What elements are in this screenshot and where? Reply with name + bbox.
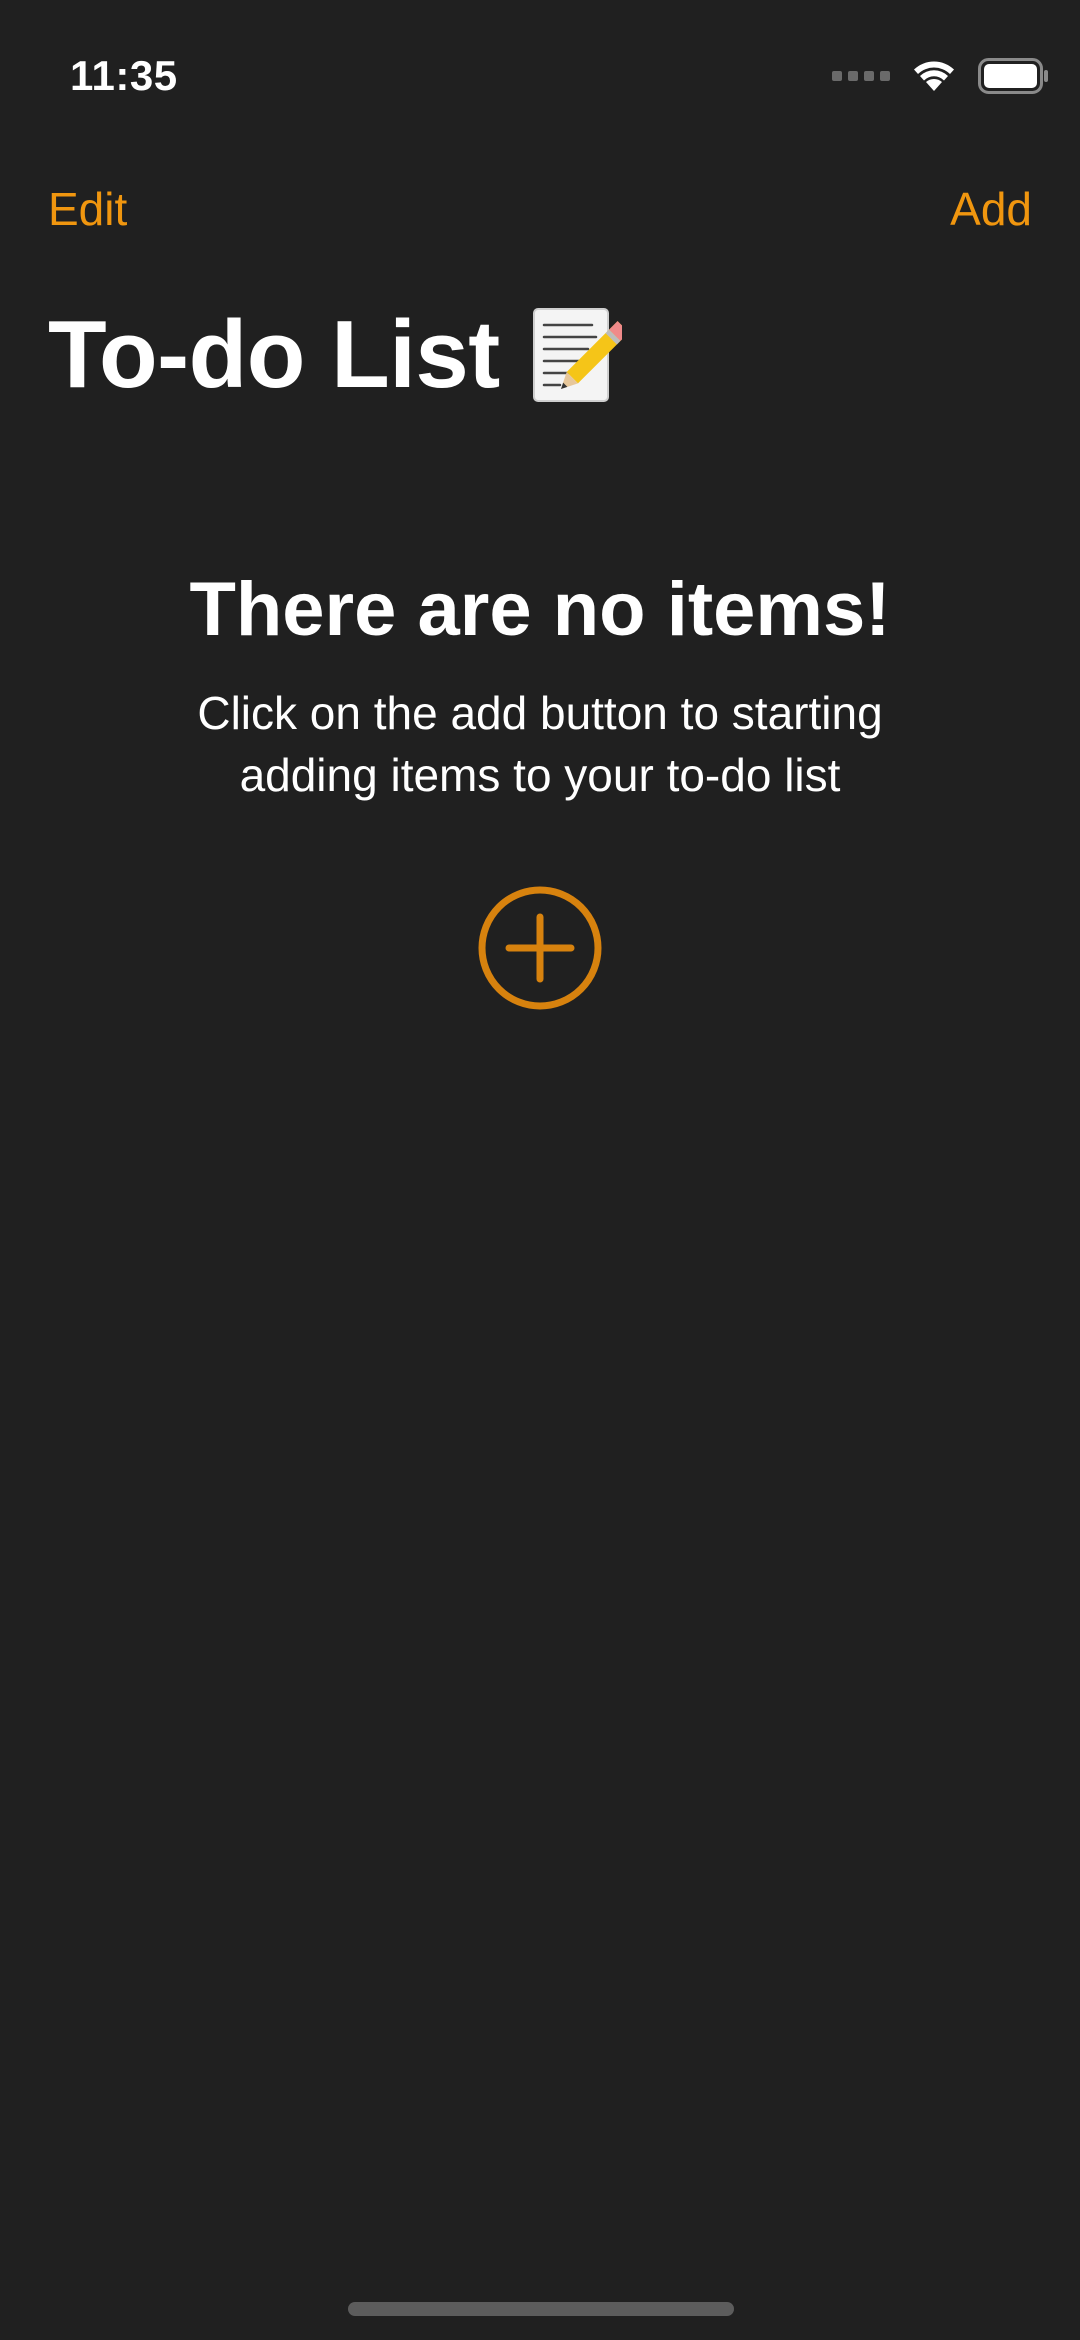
status-bar: 11:35 bbox=[0, 0, 1080, 150]
memo-icon bbox=[532, 308, 622, 402]
page-title-text: To-do List bbox=[48, 301, 500, 408]
battery-icon bbox=[978, 58, 1048, 94]
page-title: To-do List bbox=[48, 300, 622, 410]
plus-circle-icon bbox=[478, 886, 602, 1010]
wifi-icon bbox=[914, 61, 954, 91]
add-button[interactable]: Add bbox=[950, 182, 1032, 236]
navigation-bar: Edit Add bbox=[0, 170, 1080, 250]
status-time: 11:35 bbox=[70, 52, 178, 99]
home-indicator bbox=[348, 2302, 734, 2316]
add-item-button[interactable] bbox=[475, 883, 605, 1013]
status-icons bbox=[832, 58, 1050, 94]
empty-state-title: There are no items! bbox=[189, 567, 891, 652]
edit-button[interactable]: Edit bbox=[48, 182, 127, 236]
cellular-signal-icon bbox=[832, 71, 890, 81]
empty-state: There are no items! Click on the add but… bbox=[0, 560, 1080, 806]
empty-state-description: Click on the add button to starting addi… bbox=[197, 687, 883, 801]
